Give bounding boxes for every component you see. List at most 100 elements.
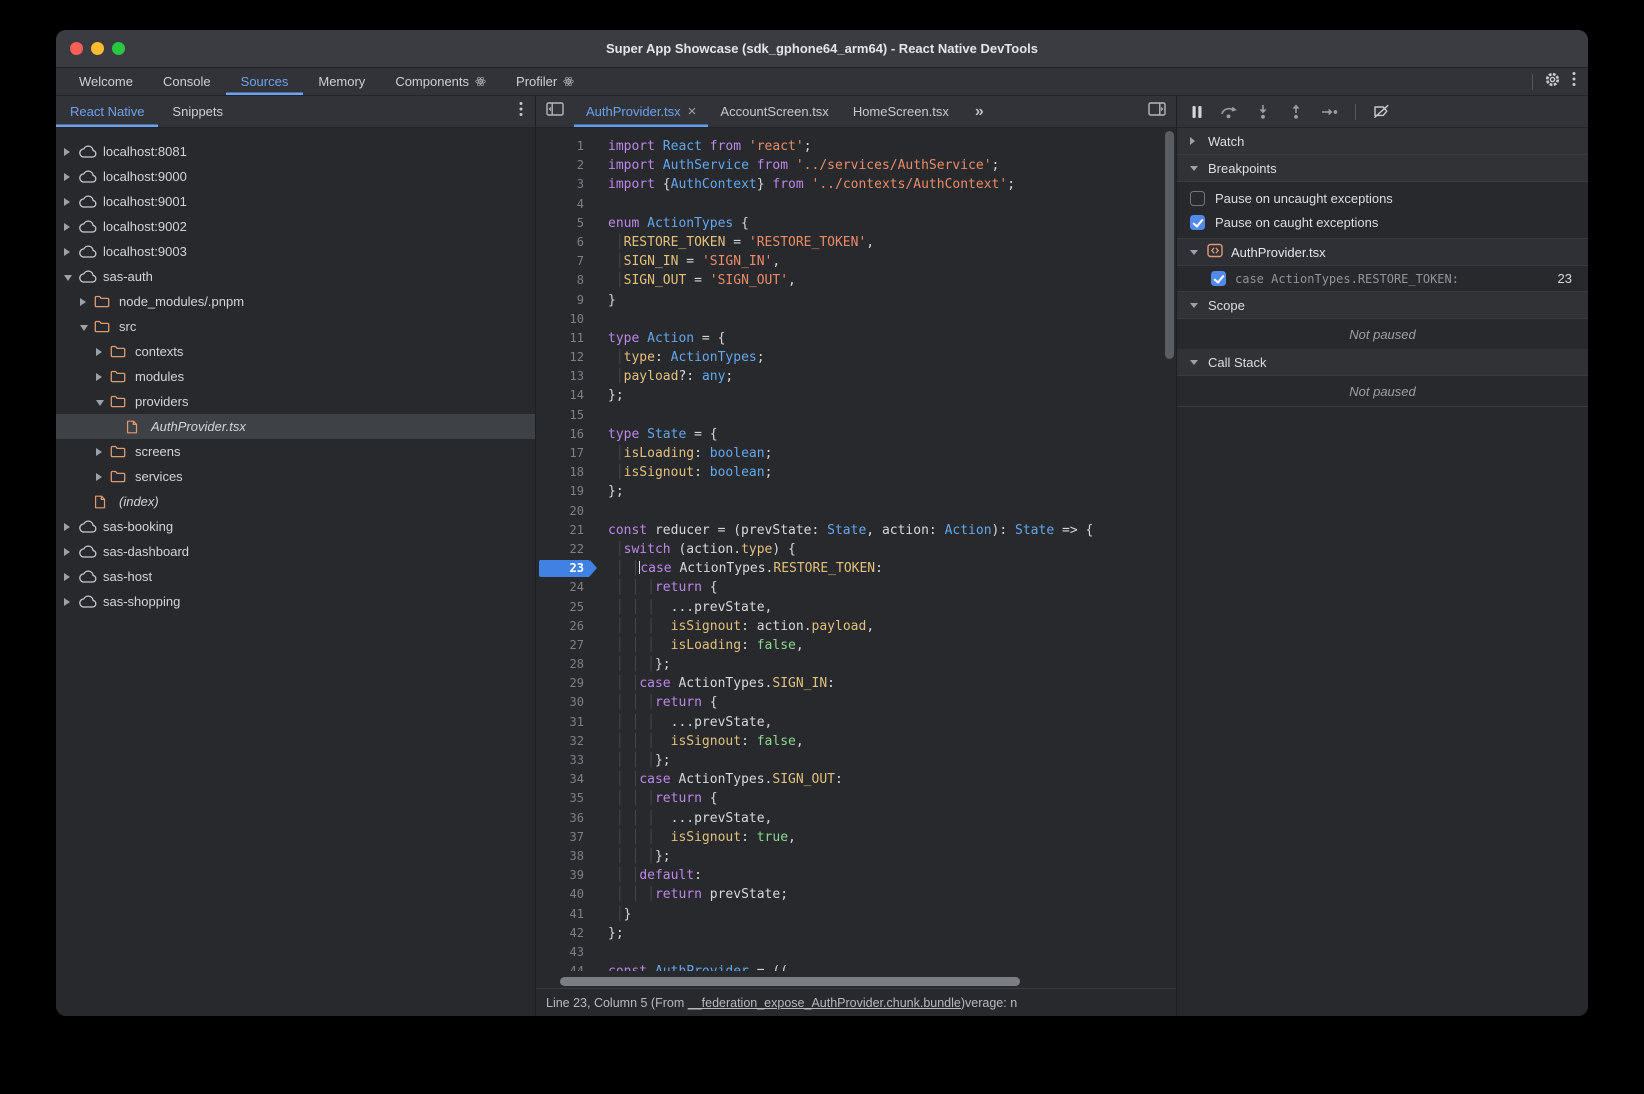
line-number[interactable]: 33 (536, 751, 600, 770)
file-tab-accountscreen-tsx[interactable]: AccountScreen.tsx (708, 96, 840, 127)
tree-item-modules[interactable]: modules (56, 364, 535, 389)
breakpoints-section-header[interactable]: Breakpoints (1177, 155, 1588, 182)
chevron-right-icon[interactable] (1190, 137, 1199, 145)
scope-section-header[interactable]: Scope (1177, 292, 1588, 319)
chevron-right-icon[interactable] (96, 473, 110, 481)
code-text[interactable]: │ │ │ ...prevState, (600, 713, 772, 732)
code-text[interactable]: │RESTORE_TOKEN = 'RESTORE_TOKEN', (600, 233, 874, 252)
line-number[interactable]: 35 (536, 789, 600, 808)
line-number[interactable]: 29 (536, 674, 600, 693)
tree-item-localhost-9001[interactable]: localhost:9001 (56, 189, 535, 214)
tree-item-localhost-9003[interactable]: localhost:9003 (56, 239, 535, 264)
vertical-scrollbar[interactable] (1165, 131, 1174, 359)
code-text[interactable]: │ │ │return { (600, 693, 718, 712)
line-number[interactable]: 32 (536, 732, 600, 751)
tree-item-sas-booking[interactable]: sas-booking (56, 514, 535, 539)
code-text[interactable]: const reducer = (prevState: State, actio… (600, 521, 1093, 540)
code-text[interactable]: │ │ │}; (600, 847, 671, 866)
chevron-right-icon[interactable] (96, 448, 110, 456)
chevron-right-icon[interactable] (96, 348, 110, 356)
tree-item-screens[interactable]: screens (56, 439, 535, 464)
code-text[interactable] (600, 943, 616, 962)
code-text[interactable]: } (600, 291, 616, 310)
breakpoint-checkbox[interactable] (1211, 271, 1226, 286)
tree-item-services[interactable]: services (56, 464, 535, 489)
step-into-button[interactable] (1255, 104, 1271, 119)
line-number[interactable]: 9 (536, 291, 600, 310)
code-text[interactable]: │ │case ActionTypes.SIGN_IN: (600, 674, 835, 693)
tree-item-node-modules-pnpm[interactable]: node_modules/.pnpm (56, 289, 535, 314)
code-area[interactable]: 1import React from 'react';2import AuthS… (536, 128, 1176, 988)
code-text[interactable]: │switch (action.type) { (600, 540, 796, 559)
tree-item-localhost-9000[interactable]: localhost:9000 (56, 164, 535, 189)
chevron-right-icon[interactable] (64, 248, 78, 256)
chevron-right-icon[interactable] (64, 573, 78, 581)
code-text[interactable]: │payload?: any; (600, 367, 733, 386)
line-number[interactable]: 27 (536, 636, 600, 655)
line-number[interactable]: 22 (536, 540, 600, 559)
code-text[interactable]: │isLoading: boolean; (600, 444, 772, 463)
file-tab-homescreen-tsx[interactable]: HomeScreen.tsx (841, 96, 961, 127)
line-number[interactable]: 37 (536, 828, 600, 847)
code-text[interactable] (600, 310, 616, 329)
code-text[interactable]: │ │ │ isSignout: true, (600, 828, 796, 847)
line-number[interactable]: 43 (536, 943, 600, 962)
more-options-button[interactable] (1572, 71, 1576, 92)
line-number[interactable]: 39 (536, 866, 600, 885)
horizontal-scrollbar[interactable] (560, 977, 1020, 986)
line-number[interactable]: 1 (536, 137, 600, 156)
line-number[interactable]: 41 (536, 905, 600, 924)
tree-item-localhost-9002[interactable]: localhost:9002 (56, 214, 535, 239)
show-debugger-button[interactable] (1138, 96, 1176, 127)
tab-memory[interactable]: Memory (303, 68, 380, 95)
chevron-right-icon[interactable] (64, 523, 78, 531)
line-number[interactable]: 42 (536, 924, 600, 943)
line-number[interactable]: 2 (536, 156, 600, 175)
code-text[interactable]: │ │ │}; (600, 655, 671, 674)
chevron-right-icon[interactable] (64, 598, 78, 606)
line-number[interactable]: 7 (536, 252, 600, 271)
code-text[interactable]: │ │ │return prevState; (600, 885, 788, 904)
code-text[interactable]: │ │default: (600, 866, 702, 885)
line-number[interactable]: 6 (536, 233, 600, 252)
code-text[interactable]: import React from 'react'; (600, 137, 812, 156)
code-text[interactable] (600, 502, 616, 521)
code-text[interactable]: import {AuthContext} from '../contexts/A… (600, 175, 1015, 194)
code-text[interactable] (600, 195, 616, 214)
code-text[interactable]: │ │ │ isSignout: action.payload, (600, 617, 874, 636)
tab-welcome[interactable]: Welcome (64, 68, 148, 95)
chevron-right-icon[interactable] (80, 298, 94, 306)
tree-item-sas-host[interactable]: sas-host (56, 564, 535, 589)
code-text[interactable] (600, 406, 616, 425)
step-over-button[interactable] (1220, 104, 1238, 119)
line-number[interactable]: 30 (536, 693, 600, 712)
traffic-light-close[interactable] (70, 42, 83, 55)
pause-on-caught-exceptions-row[interactable]: Pause on caught exceptions (1177, 210, 1588, 234)
traffic-light-zoom[interactable] (112, 42, 125, 55)
chevron-right-icon[interactable] (64, 223, 78, 231)
line-number[interactable]: 17 (536, 444, 600, 463)
chevron-down-icon[interactable] (1190, 360, 1199, 365)
tree-item-sas-auth[interactable]: sas-auth (56, 264, 535, 289)
navigator-tab-react-native[interactable]: React Native (56, 96, 158, 127)
hide-navigator-button[interactable] (536, 96, 574, 127)
code-text[interactable]: │SIGN_OUT = 'SIGN_OUT', (600, 271, 796, 290)
navigator-more-button[interactable] (507, 96, 535, 127)
line-number[interactable]: 10 (536, 310, 600, 329)
chevron-down-icon[interactable] (1190, 303, 1199, 308)
tree-item-index[interactable]: (index) (56, 489, 535, 514)
line-number[interactable]: 4 (536, 195, 600, 214)
tab-sources[interactable]: Sources (226, 68, 304, 95)
step-button[interactable] (1321, 106, 1338, 118)
breakpoint-entry[interactable]: case ActionTypes.RESTORE_TOKEN:23 (1177, 266, 1588, 292)
navigator-tab-snippets[interactable]: Snippets (158, 96, 237, 127)
line-number[interactable]: 31 (536, 713, 600, 732)
line-number[interactable]: 12 (536, 348, 600, 367)
pause-on-caught-exceptions-checkbox[interactable] (1190, 215, 1205, 230)
deactivate-breakpoints-button[interactable] (1373, 104, 1390, 119)
chevron-down-icon[interactable] (80, 323, 94, 331)
code-text[interactable]: │ │ │ isLoading: false, (600, 636, 804, 655)
step-out-button[interactable] (1288, 104, 1304, 119)
line-number[interactable]: 28 (536, 655, 600, 674)
tree-item-sas-shopping[interactable]: sas-shopping (56, 589, 535, 614)
